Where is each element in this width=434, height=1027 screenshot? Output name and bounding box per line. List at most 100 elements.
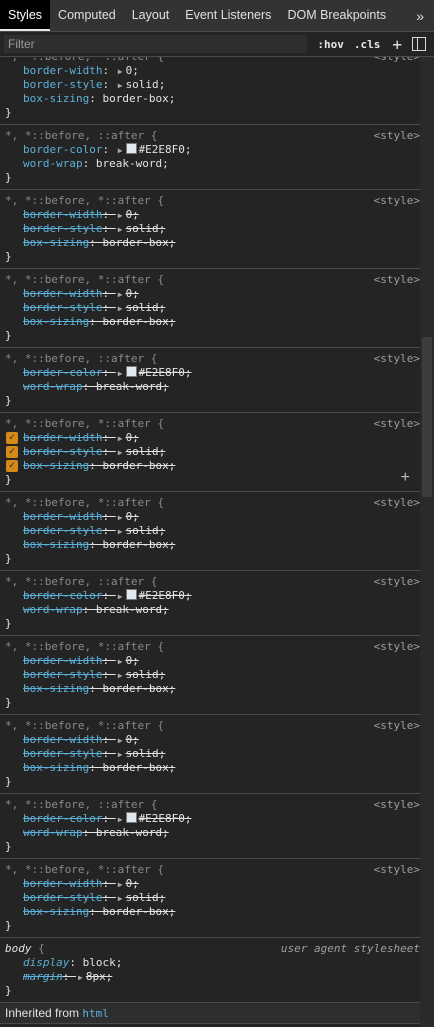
expand-triangle-icon[interactable]: ▶ <box>118 592 123 601</box>
expand-triangle-icon[interactable]: ▶ <box>118 448 123 457</box>
css-property[interactable]: border-width: ▶ 0; <box>5 654 420 668</box>
color-swatch[interactable] <box>125 589 137 600</box>
rule-selector[interactable]: *, *::before, *::after { <box>5 417 164 431</box>
property-value[interactable]: break-word <box>96 603 162 616</box>
expand-triangle-icon[interactable]: ▶ <box>118 527 123 536</box>
css-property[interactable]: border-style: ▶ solid; <box>5 747 420 761</box>
property-value[interactable]: break-word <box>96 826 162 839</box>
expand-triangle-icon[interactable]: ▶ <box>78 973 83 982</box>
property-name[interactable]: border-color <box>23 366 102 379</box>
cls-toggle-button[interactable]: .cls <box>354 38 381 51</box>
property-value[interactable]: border-box <box>102 538 168 551</box>
rule-source-link[interactable]: <style> <box>374 57 420 64</box>
selector-text[interactable]: *, *::before, *::after <box>5 640 151 653</box>
property-value[interactable]: border-box <box>102 315 168 328</box>
property-name[interactable]: display <box>23 956 69 969</box>
property-value[interactable]: border-box <box>102 905 168 918</box>
property-name[interactable]: border-width <box>23 431 102 444</box>
property-value[interactable]: block <box>83 956 116 969</box>
property-name[interactable]: border-width <box>23 287 102 300</box>
rule-selector[interactable]: *, *::before, ::after { <box>5 575 157 589</box>
expand-triangle-icon[interactable]: ▶ <box>118 894 123 903</box>
css-property[interactable]: word-wrap: break-word; <box>5 826 420 840</box>
property-checkbox[interactable]: ✓ <box>6 446 18 458</box>
expand-triangle-icon[interactable]: ▶ <box>118 304 123 313</box>
rule-source-link[interactable]: <style> <box>374 496 420 510</box>
css-property[interactable]: box-sizing: border-box; <box>5 236 420 250</box>
css-property[interactable]: ✓ border-width: ▶ 0; <box>5 431 420 445</box>
expand-triangle-icon[interactable]: ▶ <box>118 225 123 234</box>
expand-triangle-icon[interactable]: ▶ <box>118 513 123 522</box>
property-value[interactable]: solid <box>126 78 159 91</box>
css-property[interactable]: border-width: ▶ 0; <box>5 208 420 222</box>
css-property[interactable]: word-wrap: break-word; <box>5 157 420 171</box>
property-name[interactable]: border-style <box>23 301 102 314</box>
property-name[interactable]: border-style <box>23 524 102 537</box>
rule-selector[interactable]: *, *::before, *::after { <box>5 640 164 654</box>
css-property[interactable]: display: block; <box>5 956 420 970</box>
color-swatch[interactable] <box>125 812 137 823</box>
property-name[interactable]: word-wrap <box>23 826 83 839</box>
property-value[interactable]: #E2E8F0 <box>139 812 185 825</box>
css-property[interactable]: margin: ▶ 8px; <box>5 970 420 984</box>
property-value[interactable]: #E2E8F0 <box>139 589 185 602</box>
property-value[interactable]: break-word <box>96 380 162 393</box>
rule-selector[interactable]: *, *::before, ::after { <box>5 798 157 812</box>
property-value[interactable]: 8px <box>86 970 106 983</box>
expand-triangle-icon[interactable]: ▶ <box>118 750 123 759</box>
more-tabs-icon[interactable]: » <box>406 8 434 24</box>
property-name[interactable]: border-color <box>23 589 102 602</box>
new-style-rule-button[interactable]: + <box>392 35 402 54</box>
css-property[interactable]: border-color: ▶ #E2E8F0; <box>5 812 420 826</box>
css-property[interactable]: border-width: ▶ 0; <box>5 287 420 301</box>
rule-selector[interactable]: *, *::before, ::after { <box>5 129 157 143</box>
css-property[interactable]: border-style: ▶ solid; <box>5 301 420 315</box>
css-property[interactable]: ✓ box-sizing: border-box; <box>5 459 420 473</box>
property-name[interactable]: box-sizing <box>23 459 89 472</box>
property-name[interactable]: border-style <box>23 891 102 904</box>
selector-text[interactable]: *, *::before, *::after <box>5 719 151 732</box>
property-checkbox[interactable]: ✓ <box>6 460 18 472</box>
tab-styles[interactable]: Styles <box>0 0 51 31</box>
rule-source-link[interactable]: <style> <box>374 640 420 654</box>
property-value[interactable]: solid <box>126 747 159 760</box>
property-value[interactable]: border-box <box>102 459 168 472</box>
expand-triangle-icon[interactable]: ▶ <box>118 290 123 299</box>
property-name[interactable]: border-width <box>23 64 102 77</box>
css-property[interactable]: ✓ border-style: ▶ solid; <box>5 445 420 459</box>
css-property[interactable]: box-sizing: border-box; <box>5 761 420 775</box>
scrollbar-thumb[interactable] <box>422 337 432 497</box>
selector-text[interactable]: *, *::before, ::after <box>5 798 144 811</box>
property-name[interactable]: box-sizing <box>23 315 89 328</box>
rule-source-link[interactable]: <style> <box>374 129 420 143</box>
selector-text[interactable]: *, *::before, *::after <box>5 57 151 63</box>
scrollbar[interactable] <box>420 57 434 1027</box>
expand-triangle-icon[interactable]: ▶ <box>118 671 123 680</box>
rule-selector[interactable]: *, *::before, *::after { <box>5 496 164 510</box>
property-name[interactable]: box-sizing <box>23 905 89 918</box>
property-value[interactable]: border-box <box>102 761 168 774</box>
property-value[interactable]: break-word <box>96 157 162 170</box>
color-swatch[interactable] <box>125 143 137 154</box>
css-property[interactable]: word-wrap: break-word; <box>5 380 420 394</box>
property-name[interactable]: border-width <box>23 733 102 746</box>
rule-source-link[interactable]: <style> <box>374 863 420 877</box>
css-property[interactable]: border-width: ▶ 0; <box>5 64 420 78</box>
property-name[interactable]: box-sizing <box>23 236 89 249</box>
css-property[interactable]: box-sizing: border-box; <box>5 905 420 919</box>
rule-selector[interactable]: *, *::before, *::after { <box>5 194 164 208</box>
rule-selector[interactable]: *, *::before, *::after { <box>5 719 164 733</box>
css-property[interactable]: border-style: ▶ solid; <box>5 668 420 682</box>
property-value[interactable]: solid <box>126 445 159 458</box>
expand-triangle-icon[interactable]: ▶ <box>118 434 123 443</box>
property-name[interactable]: border-style <box>23 222 102 235</box>
selector-text[interactable]: body <box>5 942 32 955</box>
property-name[interactable]: box-sizing <box>23 538 89 551</box>
tab-computed[interactable]: Computed <box>50 0 124 31</box>
expand-triangle-icon[interactable]: ▶ <box>118 369 123 378</box>
rule-selector[interactable]: body { <box>5 942 45 956</box>
css-property[interactable]: box-sizing: border-box; <box>5 682 420 696</box>
property-name[interactable]: word-wrap <box>23 380 83 393</box>
selector-text[interactable]: *, *::before, *::after <box>5 273 151 286</box>
property-name[interactable]: border-width <box>23 877 102 890</box>
